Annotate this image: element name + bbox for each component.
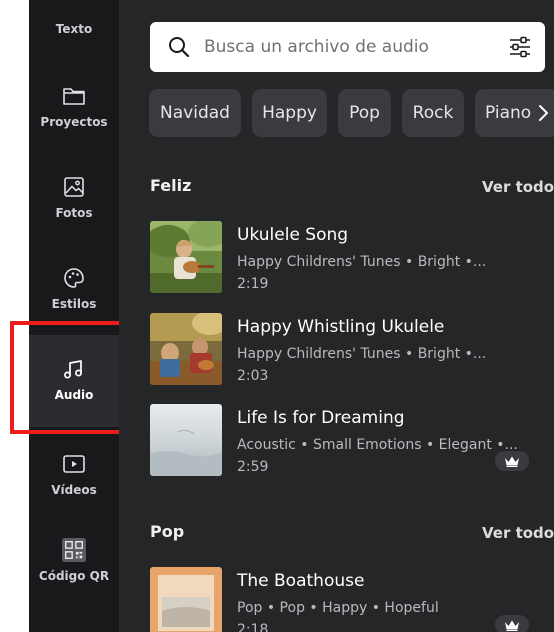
category-chips: Navidad Happy Pop Rock Piano [149, 89, 554, 137]
folder-icon [62, 84, 86, 108]
track-item[interactable]: Ukulele Song Happy Childrens' Tunes • Br… [150, 221, 550, 293]
track-title: Life Is for Dreaming [237, 408, 405, 428]
qr-code-icon [62, 538, 86, 562]
see-all-link[interactable]: Ver todo [482, 178, 554, 196]
track-meta: Acoustic • Small Emotions • Elegant •... [237, 437, 518, 453]
track-item[interactable]: Happy Whistling Ukulele Happy Childrens'… [150, 313, 550, 385]
chip-happy[interactable]: Happy [252, 89, 327, 137]
sidebar-item-label: Estilos [51, 297, 97, 311]
filter-icon[interactable] [508, 35, 532, 63]
chip-pop[interactable]: Pop [338, 89, 391, 137]
sidebar-item-projects[interactable]: Proyectos [29, 84, 119, 164]
sidebar-item-label: Vídeos [51, 483, 97, 497]
track-thumbnail [150, 313, 222, 385]
video-icon [62, 452, 86, 476]
track-title: Ukulele Song [237, 225, 349, 245]
search-input[interactable] [204, 32, 494, 62]
section-title-feliz: Feliz [150, 176, 192, 195]
app-frame: Texto Proyectos Fotos Estilos Audio Víde… [0, 0, 554, 632]
crown-icon [495, 451, 529, 471]
sidebar-item-label: Texto [55, 22, 93, 36]
track-item[interactable]: Life Is for Dreaming Acoustic • Small Em… [150, 404, 550, 476]
sidebar: Texto Proyectos Fotos Estilos Audio Víde… [29, 0, 119, 632]
sidebar-item-videos[interactable]: Vídeos [29, 452, 119, 532]
sidebar-item-label: Audio [54, 387, 94, 402]
track-thumbnail [150, 221, 222, 293]
track-duration: 2:18 [237, 622, 269, 632]
crown-icon [495, 615, 529, 632]
section-title-pop: Pop [150, 522, 185, 541]
image-icon [62, 175, 86, 199]
music-note-icon [62, 357, 86, 381]
search-bar [150, 22, 545, 72]
sidebar-item-styles[interactable]: Estilos [29, 266, 119, 346]
sidebar-item-label: Fotos [55, 206, 93, 220]
sidebar-item-text[interactable]: Texto [29, 0, 119, 40]
sidebar-item-photos[interactable]: Fotos [29, 175, 119, 255]
track-meta: Pop • Pop • Happy • Hopeful [237, 600, 439, 616]
track-item[interactable]: The Boathouse Pop • Pop • Happy • Hopefu… [150, 567, 550, 632]
track-title: The Boathouse [237, 571, 365, 591]
search-icon[interactable] [167, 35, 191, 63]
see-all-link[interactable]: Ver todo [482, 524, 554, 542]
track-duration: 2:19 [237, 276, 269, 292]
track-title: Happy Whistling Ukulele [237, 317, 445, 337]
track-meta: Happy Childrens' Tunes • Bright •... [237, 254, 487, 270]
chevron-right-icon[interactable] [535, 103, 551, 123]
track-duration: 2:59 [237, 459, 269, 475]
audio-panel: Navidad Happy Pop Rock Piano Feliz Ver t… [119, 0, 554, 632]
track-duration: 2:03 [237, 368, 269, 384]
chip-navidad[interactable]: Navidad [149, 89, 241, 137]
sidebar-item-qr[interactable]: Código QR [29, 538, 119, 618]
sidebar-item-label: Proyectos [40, 115, 108, 129]
palette-icon [62, 266, 86, 290]
sidebar-item-audio[interactable]: Audio [29, 335, 119, 427]
track-thumbnail [150, 404, 222, 476]
sidebar-item-label: Código QR [38, 569, 110, 583]
track-thumbnail [150, 567, 222, 632]
track-meta: Happy Childrens' Tunes • Bright •... [237, 346, 487, 362]
chip-rock[interactable]: Rock [402, 89, 464, 137]
